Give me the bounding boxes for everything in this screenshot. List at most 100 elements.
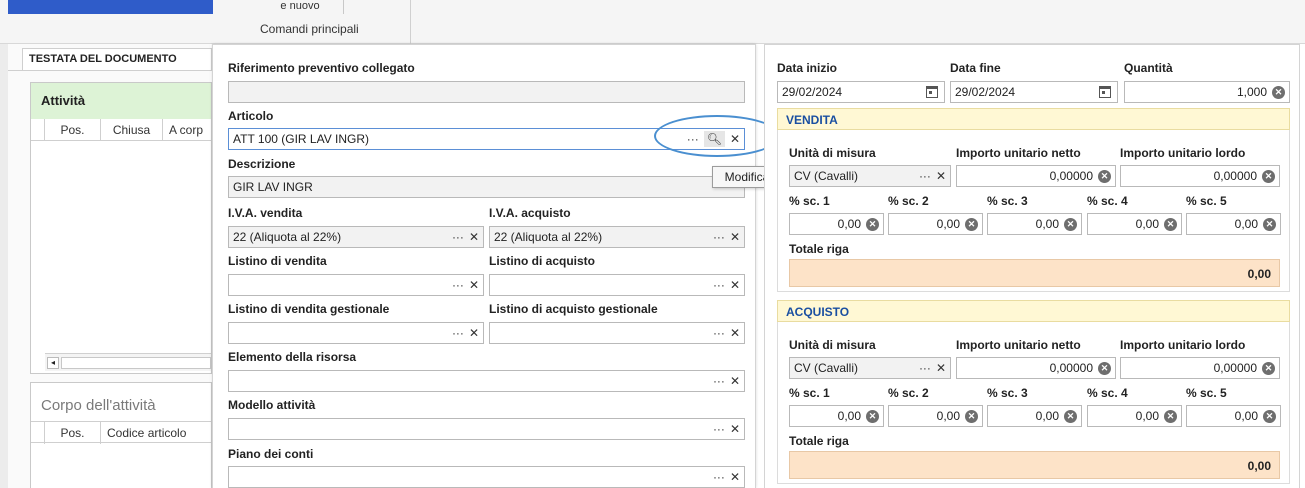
clear-circle-icon[interactable]: ✕ bbox=[1262, 362, 1275, 375]
ribbon-new-button[interactable]: e nuovo bbox=[260, 0, 340, 16]
more-icon[interactable]: ··· bbox=[713, 373, 725, 389]
more-icon[interactable]: ··· bbox=[713, 277, 725, 293]
clear-icon[interactable]: ✕ bbox=[730, 469, 740, 485]
calendar-icon[interactable] bbox=[1099, 86, 1111, 98]
more-icon[interactable]: ··· bbox=[452, 277, 464, 293]
clear-icon[interactable]: ✕ bbox=[730, 277, 740, 293]
vendita-sc2-field[interactable]: 0,00 ✕ bbox=[888, 213, 983, 235]
vendita-sc4-field[interactable]: 0,00 ✕ bbox=[1087, 213, 1182, 235]
clear-circle-icon[interactable]: ✕ bbox=[1262, 170, 1275, 183]
ribbon-separator bbox=[343, 0, 344, 14]
listino-vendita-gest-label: Listino di vendita gestionale bbox=[228, 302, 390, 316]
vendita-netto-field[interactable]: 0,00000 ✕ bbox=[956, 165, 1116, 187]
data-fine-field[interactable]: 29/02/2024 bbox=[950, 81, 1118, 103]
clear-circle-icon[interactable]: ✕ bbox=[1272, 86, 1285, 99]
body-col-pos[interactable]: Pos. bbox=[45, 422, 101, 444]
iva-vendita-field[interactable]: 22 (Aliquota al 22%) ··· ✕ bbox=[228, 226, 484, 248]
vendita-sc1-field[interactable]: 0,00 ✕ bbox=[789, 213, 884, 235]
modello-field[interactable]: ··· ✕ bbox=[228, 418, 745, 440]
data-inizio-label: Data inizio bbox=[777, 61, 838, 75]
more-icon[interactable]: ··· bbox=[919, 360, 931, 376]
body-columns: Pos. Codice articolo bbox=[31, 421, 211, 444]
clear-icon[interactable]: ✕ bbox=[730, 421, 740, 437]
data-inizio-field[interactable]: 29/02/2024 bbox=[777, 81, 945, 103]
more-icon[interactable]: ··· bbox=[452, 325, 464, 341]
vendita-sc1-label: % sc. 1 bbox=[789, 194, 830, 208]
acquisto-sc5-field[interactable]: 0,00 ✕ bbox=[1186, 405, 1281, 427]
clear-icon[interactable]: ✕ bbox=[730, 325, 740, 341]
vendita-totale-field: 0,00 bbox=[789, 259, 1280, 287]
calendar-icon[interactable] bbox=[926, 86, 938, 98]
quantita-label: Quantità bbox=[1124, 61, 1173, 75]
clear-circle-icon[interactable]: ✕ bbox=[1098, 170, 1111, 183]
descrizione-field[interactable]: GIR LAV INGR bbox=[228, 176, 745, 198]
more-icon[interactable]: ··· bbox=[713, 229, 725, 245]
activities-col-acorp[interactable]: A corp bbox=[163, 119, 211, 141]
vendita-sc5-field[interactable]: 0,00 ✕ bbox=[1186, 213, 1281, 235]
clear-icon[interactable]: ✕ bbox=[730, 229, 740, 245]
clear-circle-icon[interactable]: ✕ bbox=[1164, 410, 1177, 423]
piano-field[interactable]: ··· ✕ bbox=[228, 466, 745, 488]
vendita-um-label: Unità di misura bbox=[789, 146, 876, 160]
clear-icon[interactable]: ✕ bbox=[469, 277, 479, 293]
clear-icon[interactable]: ✕ bbox=[936, 360, 946, 376]
acquisto-netto-field[interactable]: 0,00000 ✕ bbox=[956, 357, 1116, 379]
activities-col-chiusa[interactable]: Chiusa bbox=[101, 119, 163, 141]
more-icon[interactable]: ··· bbox=[713, 421, 725, 437]
clear-icon[interactable]: ✕ bbox=[469, 229, 479, 245]
iva-acquisto-label: I.V.A. acquisto bbox=[489, 206, 571, 220]
listino-acquisto-gest-field[interactable]: ··· ✕ bbox=[489, 322, 745, 344]
vendita-lordo-field[interactable]: 0,00000 ✕ bbox=[1120, 165, 1280, 187]
scroll-left-arrow[interactable]: ◂ bbox=[47, 357, 59, 369]
clear-circle-icon[interactable]: ✕ bbox=[1164, 218, 1177, 231]
acquisto-sc4-field[interactable]: 0,00 ✕ bbox=[1087, 405, 1182, 427]
ribbon: e nuovo Comandi principali bbox=[0, 0, 1305, 44]
more-icon[interactable]: ··· bbox=[919, 168, 931, 184]
clear-icon[interactable]: ✕ bbox=[936, 168, 946, 184]
vendita-netto-label: Importo unitario netto bbox=[956, 146, 1081, 160]
acquisto-totale-field: 0,00 bbox=[789, 451, 1280, 479]
descrizione-label: Descrizione bbox=[228, 157, 296, 171]
vendita-sc3-label: % sc. 3 bbox=[987, 194, 1028, 208]
clear-circle-icon[interactable]: ✕ bbox=[1098, 362, 1111, 375]
acquisto-lordo-label: Importo unitario lordo bbox=[1120, 338, 1246, 352]
clear-circle-icon[interactable]: ✕ bbox=[965, 410, 978, 423]
acquisto-lordo-field[interactable]: 0,00000 ✕ bbox=[1120, 357, 1280, 379]
more-icon[interactable]: ··· bbox=[713, 469, 725, 485]
clear-circle-icon[interactable]: ✕ bbox=[1064, 410, 1077, 423]
clear-circle-icon[interactable]: ✕ bbox=[866, 410, 879, 423]
clear-circle-icon[interactable]: ✕ bbox=[1263, 410, 1276, 423]
clear-icon[interactable]: ✕ bbox=[730, 373, 740, 389]
clear-circle-icon[interactable]: ✕ bbox=[1064, 218, 1077, 231]
clear-circle-icon[interactable]: ✕ bbox=[965, 218, 978, 231]
scroll-thumb[interactable] bbox=[61, 357, 211, 369]
clear-circle-icon[interactable]: ✕ bbox=[866, 218, 879, 231]
acquisto-um-field[interactable]: CV (Cavalli) ··· ✕ bbox=[789, 357, 951, 379]
more-icon[interactable]: ··· bbox=[713, 325, 725, 341]
activities-col-pos[interactable]: Pos. bbox=[45, 119, 101, 141]
acquisto-sc1-field[interactable]: 0,00 ✕ bbox=[789, 405, 884, 427]
vendita-um-field[interactable]: CV (Cavalli) ··· ✕ bbox=[789, 165, 951, 187]
activities-title: Attività bbox=[41, 93, 86, 108]
acquisto-sc2-field[interactable]: 0,00 ✕ bbox=[888, 405, 983, 427]
elemento-field[interactable]: ··· ✕ bbox=[228, 370, 745, 392]
highlight-circle bbox=[654, 115, 780, 157]
clear-icon[interactable]: ✕ bbox=[469, 325, 479, 341]
clear-circle-icon[interactable]: ✕ bbox=[1263, 218, 1276, 231]
iva-acquisto-field[interactable]: 22 (Aliquota al 22%) ··· ✕ bbox=[489, 226, 745, 248]
body-col-codice[interactable]: Codice articolo bbox=[101, 422, 211, 444]
tab-testata[interactable]: TESTATA DEL DOCUMENTO bbox=[22, 48, 212, 70]
activities-columns: Pos. Chiusa A corp bbox=[31, 119, 211, 141]
listino-vendita-gest-field[interactable]: ··· ✕ bbox=[228, 322, 484, 344]
rif-field[interactable] bbox=[228, 81, 745, 103]
acquisto-sc3-field[interactable]: 0,00 ✕ bbox=[987, 405, 1082, 427]
activities-scrollbar[interactable]: ◂ bbox=[45, 353, 211, 371]
acquisto-um-label: Unità di misura bbox=[789, 338, 876, 352]
listino-acquisto-field[interactable]: ··· ✕ bbox=[489, 274, 745, 296]
more-icon[interactable]: ··· bbox=[452, 229, 464, 245]
quantita-field[interactable]: 1,000 ✕ bbox=[1124, 81, 1290, 103]
vendita-sc3-field[interactable]: 0,00 ✕ bbox=[987, 213, 1082, 235]
listino-vendita-field[interactable]: ··· ✕ bbox=[228, 274, 484, 296]
acquisto-sc1-label: % sc. 1 bbox=[789, 386, 830, 400]
piano-label: Piano dei conti bbox=[228, 447, 314, 461]
